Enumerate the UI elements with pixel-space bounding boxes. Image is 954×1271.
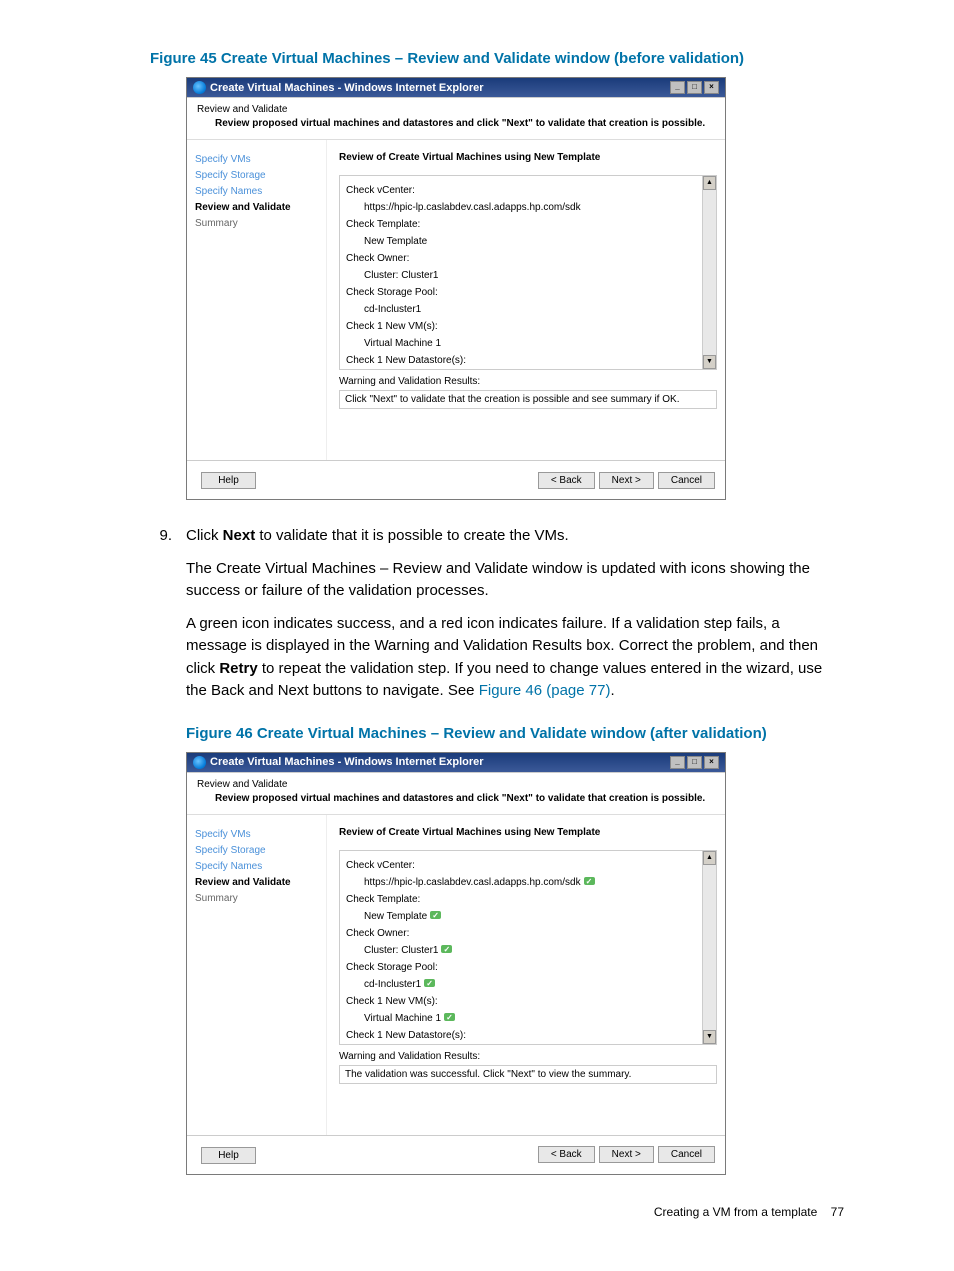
validation-list: Check vCenter: https://hpic-lp.caslabdev… — [339, 850, 717, 1045]
check-datastores: Check 1 New Datastore(s): — [346, 1027, 710, 1044]
dialog-header-desc: Review proposed virtual machines and dat… — [197, 118, 715, 129]
sidebar-item-specify-names[interactable]: Specify Names — [195, 184, 318, 200]
check-vcenter: Check vCenter: — [346, 857, 710, 874]
titlebar: Create Virtual Machines - Windows Intern… — [187, 78, 725, 97]
check-storage: Check Storage Pool: — [346, 284, 710, 301]
ie-icon — [193, 756, 206, 769]
dialog-before: Create Virtual Machines - Windows Intern… — [186, 77, 726, 500]
maximize-button[interactable]: □ — [687, 81, 702, 94]
next-button[interactable]: Next > — [599, 1146, 654, 1163]
warning-box: The validation was successful. Click "Ne… — [339, 1065, 717, 1084]
scroll-down-icon[interactable]: ▼ — [703, 355, 716, 369]
titlebar: Create Virtual Machines - Windows Intern… — [187, 753, 725, 772]
warning-title: Warning and Validation Results: — [339, 376, 717, 387]
review-title: Review of Create Virtual Machines using … — [339, 152, 717, 163]
dialog-after: Create Virtual Machines - Windows Intern… — [186, 752, 726, 1175]
sidebar-item-specify-names[interactable]: Specify Names — [195, 859, 318, 875]
cancel-button[interactable]: Cancel — [658, 1146, 715, 1163]
check-owner-value: Cluster: Cluster1 — [346, 267, 710, 284]
success-icon — [584, 877, 595, 886]
wizard-sidebar: Specify VMs Specify Storage Specify Name… — [187, 815, 327, 1135]
window-controls: _ □ × — [670, 81, 719, 94]
check-owner-value: Cluster: Cluster1 — [346, 942, 710, 959]
check-datastores: Check 1 New Datastore(s): — [346, 352, 710, 369]
sidebar-item-review-validate: Review and Validate — [195, 200, 318, 216]
back-button[interactable]: < Back — [538, 1146, 595, 1163]
check-vcenter-value: https://hpic-lp.caslabdev.casl.adapps.hp… — [346, 199, 710, 216]
check-datastores-value: Datastore 1 — [346, 369, 710, 370]
step-9-p1: Click Next to validate that it is possib… — [186, 525, 844, 548]
warning-box: Click "Next" to validate that the creati… — [339, 390, 717, 409]
warning-title: Warning and Validation Results: — [339, 1051, 717, 1062]
check-vms: Check 1 New VM(s): — [346, 993, 710, 1010]
sidebar-item-summary: Summary — [195, 216, 318, 232]
next-button[interactable]: Next > — [599, 472, 654, 489]
scroll-up-icon[interactable]: ▲ — [703, 176, 716, 190]
figure-46-title: Figure 46 Create Virtual Machines – Revi… — [186, 725, 844, 742]
cancel-button[interactable]: Cancel — [658, 472, 715, 489]
close-button[interactable]: × — [704, 81, 719, 94]
sidebar-item-summary: Summary — [195, 891, 318, 907]
dialog-header-desc: Review proposed virtual machines and dat… — [197, 793, 715, 804]
help-button[interactable]: Help — [201, 472, 256, 489]
dialog-header-title: Review and Validate — [197, 779, 715, 790]
figure-46-link[interactable]: Figure 46 (page 77) — [479, 682, 611, 699]
review-title: Review of Create Virtual Machines using … — [339, 827, 717, 838]
check-storage-value: cd-Incluster1 — [346, 301, 710, 318]
success-icon — [430, 911, 441, 920]
window-title: Create Virtual Machines - Windows Intern… — [210, 756, 484, 768]
page-footer: Creating a VM from a template 77 — [150, 1205, 844, 1219]
check-vms-value: Virtual Machine 1 — [346, 1010, 710, 1027]
scroll-up-icon[interactable]: ▲ — [703, 851, 716, 865]
check-storage: Check Storage Pool: — [346, 959, 710, 976]
success-icon — [424, 979, 435, 988]
minimize-button[interactable]: _ — [670, 81, 685, 94]
check-template-value: New Template — [346, 233, 710, 250]
check-vms-value: Virtual Machine 1 — [346, 335, 710, 352]
minimize-button[interactable]: _ — [670, 756, 685, 769]
close-button[interactable]: × — [704, 756, 719, 769]
check-datastores-value: Datastore 1 — [346, 1044, 710, 1045]
sidebar-item-specify-vms[interactable]: Specify VMs — [195, 827, 318, 843]
check-template: Check Template: — [346, 891, 710, 908]
check-storage-value: cd-Incluster1 — [346, 976, 710, 993]
step-number: 9. — [150, 527, 186, 544]
wizard-sidebar: Specify VMs Specify Storage Specify Name… — [187, 140, 327, 460]
window-title: Create Virtual Machines - Windows Intern… — [210, 82, 484, 94]
help-button[interactable]: Help — [201, 1147, 256, 1164]
back-button[interactable]: < Back — [538, 472, 595, 489]
sidebar-item-review-validate: Review and Validate — [195, 875, 318, 891]
sidebar-item-specify-storage[interactable]: Specify Storage — [195, 168, 318, 184]
check-vms: Check 1 New VM(s): — [346, 318, 710, 335]
scrollbar[interactable]: ▲ ▼ — [702, 176, 716, 369]
dialog-header-title: Review and Validate — [197, 104, 715, 115]
success-icon — [441, 945, 452, 954]
ie-icon — [193, 81, 206, 94]
step-9-p2: The Create Virtual Machines – Review and… — [186, 558, 844, 603]
validation-list: Check vCenter: https://hpic-lp.caslabdev… — [339, 175, 717, 370]
check-owner: Check Owner: — [346, 925, 710, 942]
maximize-button[interactable]: □ — [687, 756, 702, 769]
sidebar-item-specify-vms[interactable]: Specify VMs — [195, 152, 318, 168]
scrollbar[interactable]: ▲ ▼ — [702, 851, 716, 1044]
success-icon — [444, 1013, 455, 1022]
step-9: 9. Click Next to validate that it is pos… — [150, 525, 844, 713]
check-vcenter-value: https://hpic-lp.caslabdev.casl.adapps.hp… — [346, 874, 710, 891]
step-9-p3: A green icon indicates success, and a re… — [186, 613, 844, 703]
check-owner: Check Owner: — [346, 250, 710, 267]
figure-45-title: Figure 45 Create Virtual Machines – Revi… — [150, 50, 844, 67]
check-vcenter: Check vCenter: — [346, 182, 710, 199]
check-template: Check Template: — [346, 216, 710, 233]
scroll-down-icon[interactable]: ▼ — [703, 1030, 716, 1044]
window-controls: _ □ × — [670, 756, 719, 769]
sidebar-item-specify-storage[interactable]: Specify Storage — [195, 843, 318, 859]
check-template-value: New Template — [346, 908, 710, 925]
